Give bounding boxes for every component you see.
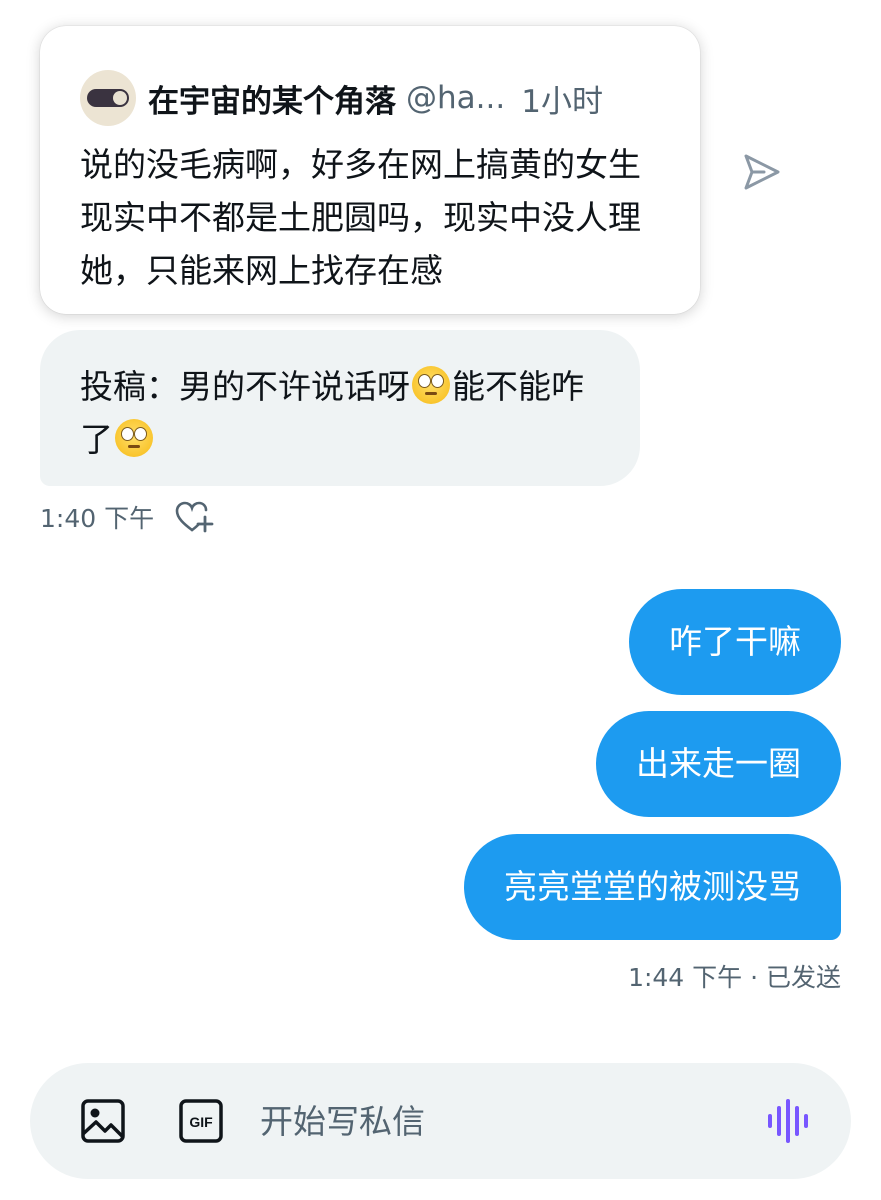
received-message[interactable]: 投稿：男的不许说话呀 能不能咋了 [40, 330, 640, 486]
quoted-author-handle: @ha... [406, 80, 506, 116]
svg-text:GIF: GIF [189, 1114, 213, 1130]
heart-plus-icon[interactable] [174, 500, 214, 534]
voice-message-icon[interactable] [765, 1098, 811, 1144]
quoted-tweet-card[interactable]: 在宇宙的某个角落 @ha... 1小时 说的没毛病啊，好多在网上搞黄的女生现实中… [40, 26, 700, 314]
gif-button[interactable]: GIF [178, 1098, 224, 1144]
quoted-tweet-header: 在宇宙的某个角落 @ha... 1小时 [80, 70, 660, 126]
message-composer: GIF [30, 1063, 851, 1179]
image-button[interactable] [80, 1098, 126, 1144]
message-input[interactable] [260, 1101, 765, 1141]
gif-icon: GIF [179, 1099, 223, 1143]
sent-message[interactable]: 出来走一圈 [596, 711, 841, 817]
quoted-author-name: 在宇宙的某个角落 [148, 83, 396, 120]
share-send-icon[interactable] [740, 150, 784, 194]
avatar[interactable] [80, 70, 136, 126]
sent-message[interactable]: 咋了干嘛 [629, 589, 841, 695]
quoted-tweet-text: 说的没毛病啊，好多在网上搞黄的女生现实中不都是土肥圆吗，现实中没人理她，只能来网… [80, 145, 641, 290]
image-icon [81, 1099, 125, 1143]
quoted-tweet-time: 1小时 [521, 83, 603, 120]
received-message-meta: 1:40 下午 [40, 500, 214, 534]
sent-message-status: 1:44 下午 · 已发送 [628, 963, 841, 992]
rolling-eyes-emoji-icon [115, 419, 153, 457]
sent-message[interactable]: 亮亮堂堂的被测没骂 [464, 834, 841, 940]
rolling-eyes-emoji-icon [412, 366, 450, 404]
received-text-part1: 投稿：男的不许说话呀 [80, 367, 410, 406]
received-time: 1:40 下午 [40, 504, 155, 533]
